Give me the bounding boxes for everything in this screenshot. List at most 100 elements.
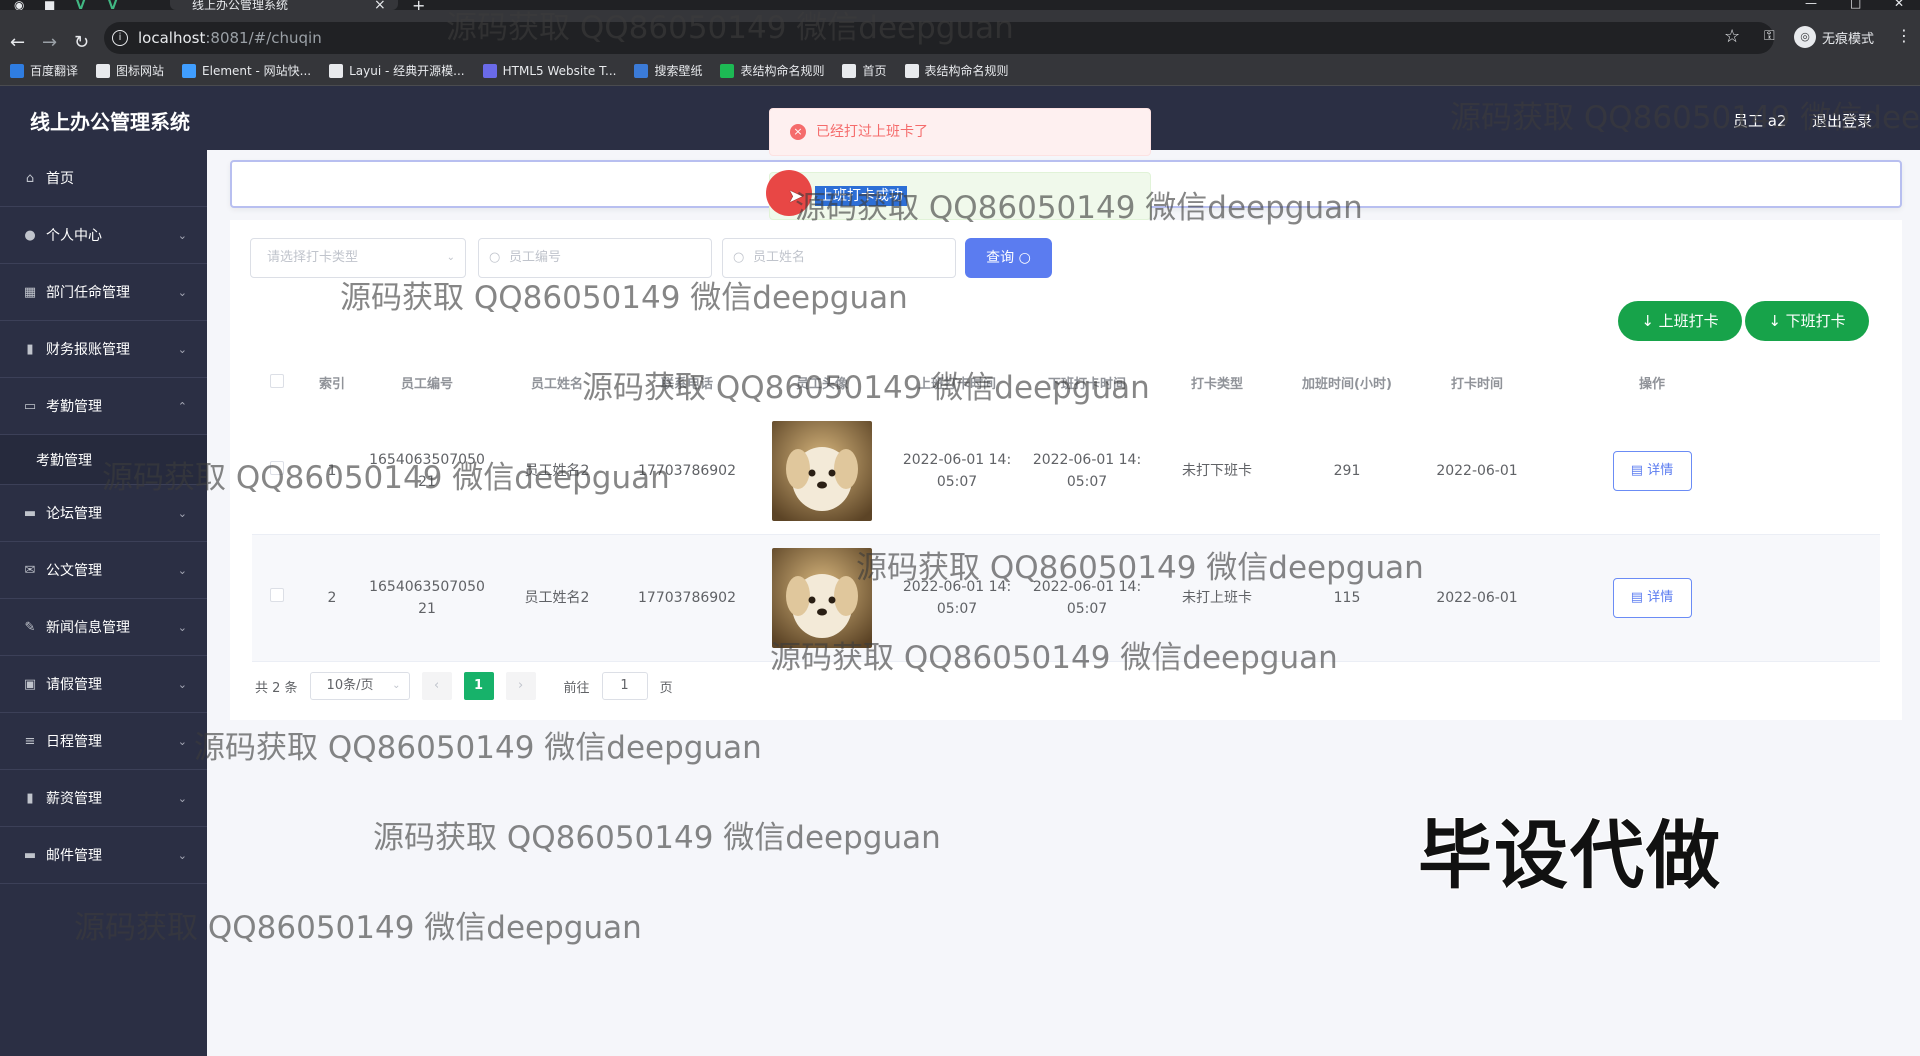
sidebar-subitem[interactable]: 考勤管理 xyxy=(0,435,207,485)
close-window-icon[interactable]: ✕ xyxy=(1894,0,1904,10)
logout-link[interactable]: 退出登录 xyxy=(1812,110,1872,131)
back-icon[interactable]: ← xyxy=(10,34,25,52)
sidebar-item[interactable]: ▮ 薪资管理 ⌄ xyxy=(0,770,207,827)
incognito-icon: ◎ xyxy=(1794,26,1816,48)
sidebar-item[interactable]: ▬ 论坛管理 ⌄ xyxy=(0,485,207,542)
query-label: 查询 xyxy=(986,250,1015,266)
sidebar-item[interactable]: ✉ 公文管理 ⌄ xyxy=(0,542,207,599)
goto-page-input[interactable]: 1 xyxy=(601,672,648,700)
chevron-down-icon: ⌄ xyxy=(177,677,187,691)
sidebar-item[interactable]: ✎ 新闻信息管理 ⌄ xyxy=(0,599,207,656)
chevron-down-icon: ⌄ xyxy=(177,563,187,577)
sidebar-item[interactable]: ▬ 邮件管理 ⌄ xyxy=(0,827,207,884)
clock-out-label: 下班打卡 xyxy=(1785,312,1846,330)
action-cell: ▤ 详情 xyxy=(1542,451,1762,491)
sidebar-item[interactable]: ● 个人中心 ⌄ xyxy=(0,207,207,264)
app-title: 线上办公管理系统 xyxy=(30,110,190,134)
column-header: 打卡时间 xyxy=(1450,377,1503,392)
table-cell: 2022-06-01 14: 05:07 xyxy=(902,579,1012,617)
bookmark-item[interactable]: 搜索壁纸 xyxy=(634,62,702,79)
browser-menu-icon[interactable]: ⋮ xyxy=(1896,26,1912,45)
avatar xyxy=(772,421,872,521)
sidebar-item[interactable]: ▣ 请假管理 ⌄ xyxy=(0,656,207,713)
row-checkbox[interactable] xyxy=(270,588,284,602)
chrome-icon: ◉ xyxy=(14,0,25,12)
bookmark-item[interactable]: 图标网站 xyxy=(96,62,164,79)
select-all-cell[interactable] xyxy=(252,374,302,396)
goto-label: 前往 xyxy=(563,680,590,696)
clock-out-button[interactable]: ↓ 下班打卡 xyxy=(1745,301,1869,341)
table-cell: 未打上班卡 xyxy=(1182,590,1252,606)
emp-no-input[interactable]: ○ 员工编号 xyxy=(478,238,712,278)
table-cell: 291 xyxy=(1333,463,1361,479)
table-cell: 1654063507050 21 xyxy=(369,452,485,490)
user-icon: ● xyxy=(24,227,36,243)
table-cell: 17703786902 xyxy=(638,590,736,606)
sidebar-item-label: 日程管理 xyxy=(46,734,102,750)
prev-page-button[interactable]: ‹ xyxy=(421,672,452,700)
tab-title: 线上办公管理系统 xyxy=(192,0,289,10)
sidebar-item-label: 邮件管理 xyxy=(46,848,102,864)
reload-icon[interactable]: ↻ xyxy=(74,34,89,52)
detail-button[interactable]: ▤ 详情 xyxy=(1612,451,1692,491)
incognito-indicator[interactable]: ◎ 无痕模式 xyxy=(1794,26,1874,48)
table-cell: 17703786902 xyxy=(638,463,736,479)
chevron-down-icon: ⌄ xyxy=(446,252,455,263)
page-size-select[interactable]: 10条/页 ⌄ xyxy=(309,672,410,700)
forward-icon[interactable]: → xyxy=(42,34,57,52)
row-checkbox[interactable] xyxy=(270,461,284,475)
sidebar-item[interactable]: ⌂ 首页 xyxy=(0,150,207,207)
current-page[interactable]: 1 xyxy=(463,672,494,700)
sidebar-item-label: 请假管理 xyxy=(46,677,102,693)
sidebar-item[interactable]: ▭ 考勤管理 ⌃ xyxy=(0,378,207,435)
minimize-icon[interactable]: — xyxy=(1805,0,1817,10)
column-header: 员工编号 xyxy=(400,377,453,392)
list-icon: ≡ xyxy=(24,733,36,749)
site-info-icon[interactable]: i xyxy=(112,30,128,46)
select-all-checkbox[interactable] xyxy=(270,374,284,388)
comment-icon: ▭ xyxy=(23,398,37,414)
bookmark-favicon-icon xyxy=(842,63,857,78)
avatar-cell xyxy=(752,548,892,648)
detail-button[interactable]: ▤ 详情 xyxy=(1612,578,1692,618)
tab-page-icon[interactable]: ■ xyxy=(44,0,58,12)
column-header: 打卡类型 xyxy=(1190,377,1243,392)
sidebar-item[interactable]: ▦ 部门任命管理 ⌄ xyxy=(0,264,207,321)
vue-tab-icon[interactable]: V xyxy=(108,0,122,12)
row-select-cell[interactable] xyxy=(252,587,302,609)
bookmark-label: 表结构命名规则 xyxy=(924,64,1009,78)
error-toast: × 已经打过上班卡了 xyxy=(769,108,1151,156)
url-input[interactable]: localhost:8081/#/chuqin xyxy=(104,22,1774,54)
emp-name-input[interactable]: ○ 员工姓名 xyxy=(722,238,956,278)
chevron-down-icon: ⌄ xyxy=(177,734,187,748)
bookmark-item[interactable]: Element - 网站快... xyxy=(182,62,311,79)
clock-in-button[interactable]: ↓ 上班打卡 xyxy=(1618,301,1742,341)
sidebar-item[interactable]: ≡ 日程管理 ⌄ xyxy=(0,713,207,770)
bookmark-item[interactable]: Layui - 经典开源模... xyxy=(329,62,465,79)
column-header: 加班时间(小时) xyxy=(1302,377,1392,392)
avatar-cell xyxy=(752,421,892,521)
edit-icon: ✎ xyxy=(24,619,36,635)
table-cell: 未打下班卡 xyxy=(1182,463,1252,479)
key-icon[interactable]: ⚿ xyxy=(1764,28,1775,44)
error-toast-text: 已经打过上班卡了 xyxy=(816,124,928,140)
vue-tab-icon[interactable]: V xyxy=(76,0,90,12)
bookmark-label: HTML5 Website T... xyxy=(502,63,617,78)
query-button[interactable]: 查询 ○ xyxy=(965,238,1052,278)
sidebar-item[interactable]: ▮ 财务报账管理 ⌄ xyxy=(0,321,207,378)
bookmark-item[interactable]: 表结构命名规则 xyxy=(904,62,1009,79)
maximize-icon[interactable]: □ xyxy=(1850,0,1861,10)
bookmark-item[interactable]: 百度翻译 xyxy=(10,62,78,79)
calendar-icon: ▣ xyxy=(23,676,37,692)
bookmark-favicon-icon xyxy=(634,63,649,78)
tab-active[interactable]: 线上办公管理系统 xyxy=(170,0,398,10)
chevron-down-icon: ⌄ xyxy=(392,680,401,691)
bookmark-item[interactable]: 首页 xyxy=(842,62,887,79)
bookmark-item[interactable]: HTML5 Website T... xyxy=(482,63,617,78)
clock-type-select[interactable]: 请选择打卡类型 ⌄ xyxy=(250,238,466,278)
clock-in-label: 上班打卡 xyxy=(1658,312,1719,330)
bookmark-star-icon[interactable]: ☆ xyxy=(1724,26,1740,47)
bookmark-item[interactable]: 表结构命名规则 xyxy=(720,62,824,79)
row-select-cell[interactable] xyxy=(252,460,302,482)
next-page-button[interactable]: › xyxy=(505,672,536,700)
